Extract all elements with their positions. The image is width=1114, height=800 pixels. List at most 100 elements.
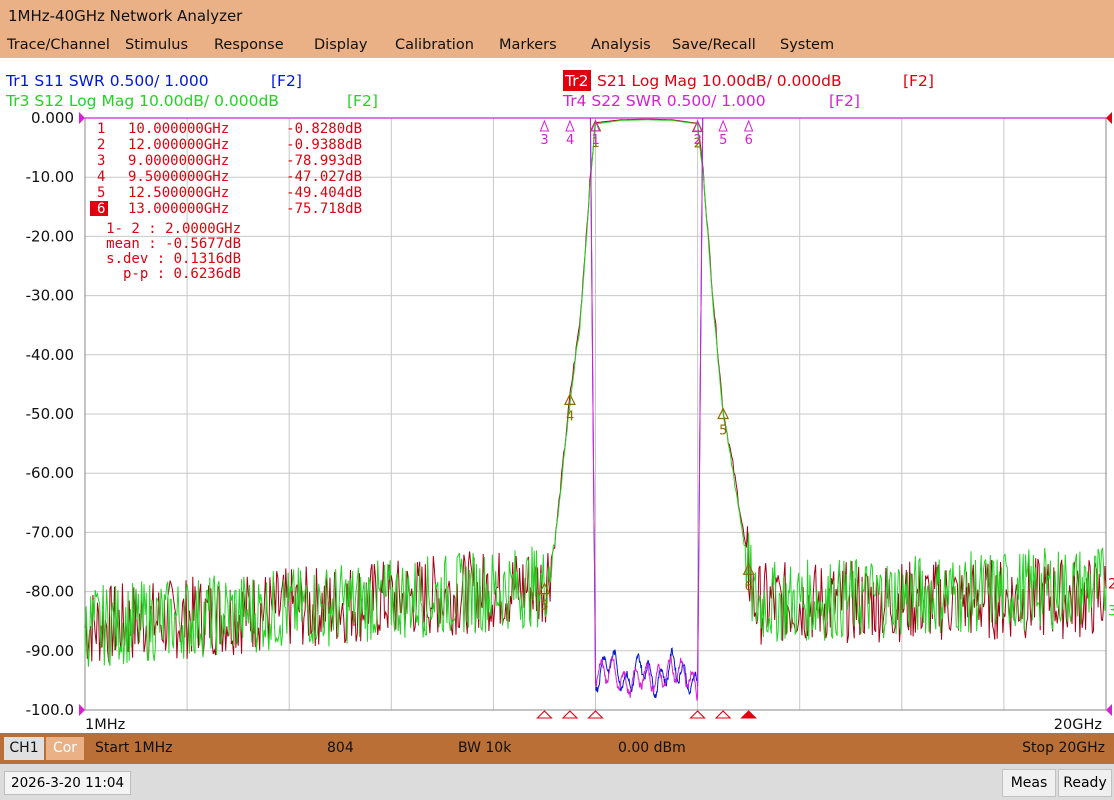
x-stop-label: 20GHz xyxy=(1054,717,1102,733)
menu-stimulus[interactable]: Stimulus xyxy=(125,32,188,58)
menu-markers[interactable]: Markers xyxy=(499,32,557,58)
source-power[interactable]: 0.00 dBm xyxy=(618,733,686,764)
trace-tag-tr3: [F2] xyxy=(347,92,378,110)
marker-top-number: 4 xyxy=(566,133,574,148)
trace-s11 xyxy=(589,117,704,699)
marker-symbols[interactable]: 11 2233445566 xyxy=(536,119,757,719)
trace-end-label: 2 xyxy=(1108,577,1114,593)
title-bar: 1MHz-40GHz Network Analyzer xyxy=(0,0,1114,32)
marker-bottom-indicator xyxy=(714,710,732,719)
marker-row-number: 2 xyxy=(97,137,105,153)
ref-pointer-right xyxy=(1106,112,1112,124)
menu-display[interactable]: Display xyxy=(314,32,367,58)
menu-analysis[interactable]: Analysis xyxy=(591,32,651,58)
trace-badge-tr2[interactable]: Tr2 xyxy=(564,72,588,90)
statistic-line: 1- 2 : 2.0000GHz xyxy=(106,221,241,237)
channel-indicator[interactable]: CH1 xyxy=(4,737,44,760)
ref-pointer-left xyxy=(79,112,85,124)
date-time: 2026-3-20 11:04 xyxy=(4,771,132,795)
meas-button[interactable]: Meas xyxy=(1002,769,1056,797)
trace-label-tr4[interactable]: Tr4 S22 SWR 0.500/ 1.000 xyxy=(562,92,766,110)
marker-bottom-indicator xyxy=(689,710,706,719)
menu-bar: Trace/Channel Stimulus Response Display … xyxy=(0,32,1114,58)
marker-table: 1 10.000000GHz -0.8280dB 2 12.000000GHz -0.93… xyxy=(90,121,362,217)
marker-statistics: 1- 2 : 2.0000GHzmean : -0.5677dBs.dev : … xyxy=(106,221,241,282)
ref-pointer-right-bottom xyxy=(1106,704,1112,716)
trace-label-tr3[interactable]: Tr3 S12 Log Mag 10.00dB/ 0.000dB xyxy=(5,92,279,110)
marker-row-frequency: 9.5000000GHz xyxy=(128,169,229,185)
marker-number: 6 xyxy=(745,579,753,594)
y-axis-labels: 0.000 -10.00 -20.00 -30.00 -40.00 -50.00 -60.0… xyxy=(26,109,74,719)
trace-s22 xyxy=(589,117,704,701)
window-title: 1MHz-40GHz Network Analyzer xyxy=(8,7,243,25)
marker-6[interactable]: 66 xyxy=(740,119,757,719)
stop-frequency[interactable]: Stop 20GHz xyxy=(1022,733,1105,764)
correction-indicator[interactable]: Cor xyxy=(46,737,84,760)
y-tick-label: -20.00 xyxy=(26,227,74,245)
marker-number: 4 xyxy=(566,409,574,424)
marker-bottom-indicator xyxy=(536,710,553,719)
marker-top-indicator xyxy=(539,119,550,132)
marker-top-number: 1 xyxy=(591,133,599,148)
menu-response[interactable]: Response xyxy=(214,32,284,58)
y-tick-label: -80.00 xyxy=(26,583,74,601)
menu-calibration[interactable]: Calibration xyxy=(395,32,474,58)
y-tick-label: -50.00 xyxy=(26,405,74,423)
marker-number: 5 xyxy=(719,423,727,438)
marker-bottom-indicator xyxy=(740,710,757,719)
y-tick-label: -100.0 xyxy=(26,701,74,719)
if-bandwidth[interactable]: BW 10k xyxy=(458,733,511,764)
system-status-bar: 2026-3-20 11:04 Meas Ready xyxy=(0,764,1114,800)
statistic-line: p-p : 0.6236dB xyxy=(123,266,241,282)
marker-row-number: 6 xyxy=(97,201,105,217)
points-count[interactable]: 804 xyxy=(327,733,354,764)
marker-row-value: -78.993dB xyxy=(286,153,362,169)
statistic-line: mean : -0.5677dB xyxy=(106,236,241,252)
y-tick-label: -90.00 xyxy=(26,642,74,660)
marker-row-frequency: 12.000000GHz xyxy=(128,137,229,153)
marker-top-indicator xyxy=(718,119,728,132)
marker-row-frequency: 10.000000GHz xyxy=(128,121,229,137)
y-tick-label: -40.00 xyxy=(26,346,74,364)
menu-save-recall[interactable]: Save/Recall xyxy=(672,32,756,58)
marker-row-value: -0.9388dB xyxy=(286,137,362,153)
trace-label-tr1[interactable]: Tr1 S11 SWR 0.500/ 1.000 xyxy=(5,72,209,90)
marker-3[interactable]: 33 xyxy=(536,119,553,719)
x-start-label: 1MHz xyxy=(85,717,125,733)
trace-lines: 23 xyxy=(84,117,1114,701)
ref-pointer-left-bottom xyxy=(79,704,85,716)
y-tick-label: -70.00 xyxy=(26,523,74,541)
y-tick-label: -10.00 xyxy=(26,168,74,186)
channel-status-bar: CH1 Cor Start 1MHz 804 BW 10k 0.00 dBm S… xyxy=(0,733,1114,764)
marker-top-number: 5 xyxy=(719,133,727,148)
trace-tag-tr2: [F2] xyxy=(903,72,934,90)
marker-bottom-indicator xyxy=(561,710,579,719)
marker-top-indicator xyxy=(565,119,575,132)
marker-row-number: 4 xyxy=(97,169,105,185)
marker-top-number: 3 xyxy=(540,133,548,148)
marker-row-number: 3 xyxy=(97,153,105,169)
marker-top-number: 2 xyxy=(694,133,702,148)
statistic-line: s.dev : 0.1316dB xyxy=(106,251,241,267)
start-frequency[interactable]: Start 1MHz xyxy=(95,733,173,764)
marker-5[interactable]: 55 xyxy=(714,119,732,719)
marker-row-value: -47.027dB xyxy=(286,169,362,185)
marker-row-frequency: 9.0000000GHz xyxy=(128,153,229,169)
trace-display[interactable]: Tr1 S11 SWR 0.500/ 1.000 [F2] Tr2 S21 Lo… xyxy=(0,68,1114,733)
trace-label-tr2[interactable]: S21 Log Mag 10.00dB/ 0.000dB xyxy=(597,72,842,90)
marker-bottom-indicator xyxy=(587,710,604,719)
marker-row-value: -0.8280dB xyxy=(286,121,362,137)
marker-row-value: -75.718dB xyxy=(286,201,362,217)
y-tick-label: 0.000 xyxy=(31,109,74,127)
marker-top-number: 6 xyxy=(745,133,753,148)
y-tick-label: -30.00 xyxy=(26,287,74,305)
marker-top-indicator xyxy=(743,119,754,132)
trace-tag-tr1: [F2] xyxy=(271,72,302,90)
menu-system[interactable]: System xyxy=(780,32,834,58)
marker-row-frequency: 12.500000GHz xyxy=(128,185,229,201)
marker-4[interactable]: 44 xyxy=(561,119,579,719)
marker-row-number: 1 xyxy=(97,121,105,137)
trace-end-label: 3 xyxy=(1108,603,1114,619)
menu-trace-channel[interactable]: Trace/Channel xyxy=(7,32,110,58)
ready-indicator: Ready xyxy=(1058,769,1112,797)
